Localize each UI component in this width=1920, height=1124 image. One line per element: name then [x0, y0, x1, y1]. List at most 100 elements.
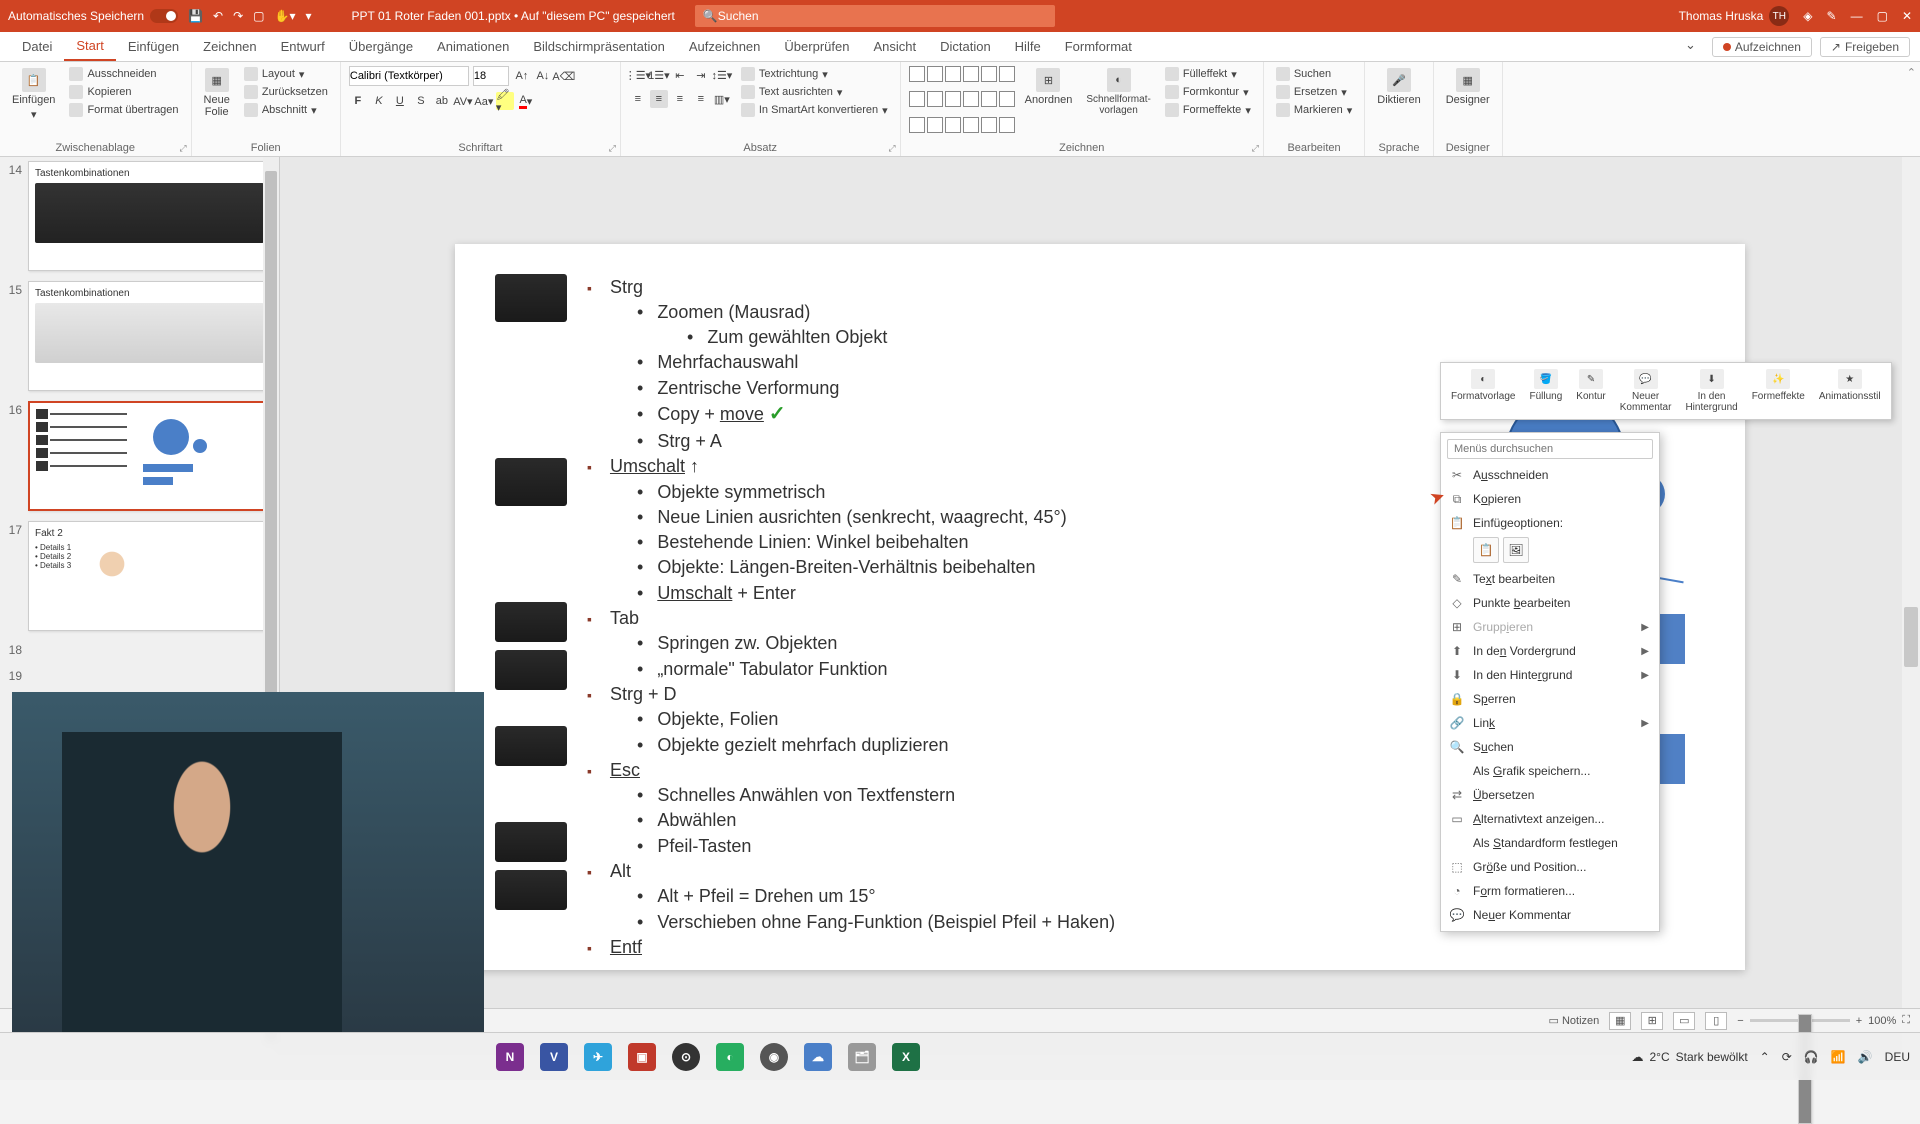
thumb-19[interactable]: 19: [4, 667, 271, 683]
align-left-button[interactable]: ≡: [629, 90, 647, 108]
tab-einfuegen[interactable]: Einfügen: [116, 32, 191, 61]
bullet-item[interactable]: Tab: [587, 606, 1115, 630]
search-box[interactable]: 🔍: [695, 5, 1055, 27]
context-menu-item[interactable]: ⬆In den Vordergrund▶: [1441, 639, 1659, 663]
zoom-slider[interactable]: [1750, 1019, 1850, 1022]
pen-icon[interactable]: ✎: [1827, 9, 1837, 23]
indent-button[interactable]: ⇥: [692, 66, 710, 84]
ribbon-collapse-icon[interactable]: ⌃: [1903, 62, 1920, 156]
bullet-item[interactable]: Strg: [587, 275, 1115, 299]
sync-icon[interactable]: ⟳: [1782, 1050, 1792, 1064]
bullets-button[interactable]: ⋮☰▾: [629, 66, 647, 84]
thumb-16[interactable]: 16: [4, 401, 271, 511]
font-name-combo[interactable]: [349, 66, 469, 86]
find-button[interactable]: Suchen: [1272, 66, 1356, 82]
cut-button[interactable]: Ausschneiden: [65, 66, 182, 82]
paste-picture-button[interactable]: 🖼: [1503, 537, 1529, 563]
app-green[interactable]: ◐: [710, 1037, 750, 1077]
outline-button[interactable]: Formkontur ▾: [1161, 84, 1255, 100]
bullet-item[interactable]: Verschieben ohne Fang-Funktion (Beispiel…: [587, 910, 1115, 934]
context-menu-item[interactable]: ✎Text bearbeiten: [1441, 567, 1659, 591]
context-menu-item[interactable]: ◔Form formatieren...: [1441, 879, 1659, 903]
bullet-item[interactable]: Abwählen: [587, 808, 1115, 832]
bullet-item[interactable]: Neue Linien ausrichten (senkrecht, waagr…: [587, 505, 1115, 529]
select-button[interactable]: Markieren ▾: [1272, 102, 1356, 118]
bullet-list[interactable]: StrgZoomen (Mausrad)Zum gewählten Objekt…: [587, 274, 1115, 961]
fill-button[interactable]: Fülleffekt ▾: [1161, 66, 1255, 82]
bullet-item[interactable]: Umschalt ↑: [587, 454, 1115, 478]
bullet-item[interactable]: Zentrische Verformung: [587, 376, 1115, 400]
bullet-item[interactable]: Zum gewählten Objekt: [587, 325, 1115, 349]
format-painter-button[interactable]: Format übertragen: [65, 102, 182, 118]
italic-button[interactable]: K: [370, 92, 388, 110]
mini-fuellung[interactable]: 🪣Füllung: [1523, 367, 1568, 415]
effects-button[interactable]: Formeffekte ▾: [1161, 102, 1255, 118]
tab-datei[interactable]: Datei: [10, 32, 64, 61]
shrink-font-button[interactable]: A↓: [534, 67, 552, 85]
thumb-18[interactable]: 18: [4, 641, 271, 657]
bullet-item[interactable]: Pfeil-Tasten: [587, 834, 1115, 858]
context-menu-item[interactable]: Als Grafik speichern...: [1441, 759, 1659, 783]
bullet-item[interactable]: Entf: [587, 935, 1115, 959]
new-slide-button[interactable]: ▦Neue Folie: [200, 66, 234, 140]
lang-indicator[interactable]: DEU: [1885, 1050, 1910, 1064]
bullet-item[interactable]: Zoomen (Mausrad): [587, 300, 1115, 324]
context-menu-item[interactable]: ⬚Größe und Position...: [1441, 855, 1659, 879]
app-circle[interactable]: ◉: [754, 1037, 794, 1077]
menu-search-input[interactable]: [1447, 439, 1653, 459]
numbering-button[interactable]: 1☰▾: [650, 66, 668, 84]
context-menu-item[interactable]: 🔍Suchen: [1441, 735, 1659, 759]
tray-chevron-icon[interactable]: ⌃: [1760, 1050, 1770, 1064]
weather-widget[interactable]: ☁ 2°C Stark bewölkt: [1632, 1050, 1748, 1064]
context-menu-item[interactable]: ▭Alternativtext anzeigen...: [1441, 807, 1659, 831]
bullet-item[interactable]: Esc: [587, 758, 1115, 782]
tab-ueberpruefen[interactable]: Überprüfen: [772, 32, 861, 61]
qat-more-icon[interactable]: ▾: [305, 9, 311, 23]
tab-hilfe[interactable]: Hilfe: [1003, 32, 1053, 61]
quickstyles-button[interactable]: ◐Schnellformat- vorlagen: [1082, 66, 1154, 140]
zoom-control[interactable]: − + 100% ⛶: [1737, 1014, 1910, 1027]
spacing-button[interactable]: AV▾: [454, 92, 472, 110]
diamond-icon[interactable]: ◈: [1803, 9, 1812, 23]
dialog-launcher-icon[interactable]: ⤢: [888, 143, 895, 154]
context-menu-item[interactable]: ✂Ausschneiden: [1441, 463, 1659, 487]
minimize-icon[interactable]: —: [1851, 9, 1863, 23]
wifi-icon[interactable]: 📶: [1831, 1050, 1846, 1064]
bullet-item[interactable]: Schnelles Anwählen von Textfenstern: [587, 783, 1115, 807]
maximize-icon[interactable]: ▢: [1877, 9, 1888, 23]
bullet-item[interactable]: Springen zw. Objekten: [587, 631, 1115, 655]
section-button[interactable]: Abschnitt ▾: [240, 102, 332, 118]
dedent-button[interactable]: ⇤: [671, 66, 689, 84]
arrange-button[interactable]: ⊞Anordnen: [1021, 66, 1077, 140]
collapse-ribbon-icon[interactable]: ⌄: [1677, 37, 1704, 57]
record-button[interactable]: Aufzeichnen: [1712, 37, 1812, 57]
undo-icon[interactable]: ↶: [213, 9, 223, 23]
mini-formeffekte[interactable]: ✨Formeffekte: [1746, 367, 1811, 415]
context-menu-item[interactable]: ◇Punkte bearbeiten: [1441, 591, 1659, 615]
mini-hintergrund[interactable]: ⬇In den Hintergrund: [1679, 367, 1743, 415]
shapes-gallery[interactable]: [909, 66, 1015, 140]
dialog-launcher-icon[interactable]: ⤢: [179, 143, 186, 154]
bullet-item[interactable]: Objekte: Längen-Breiten-Verhältnis beibe…: [587, 555, 1115, 579]
zoom-out-button[interactable]: −: [1737, 1015, 1743, 1027]
tab-uebergaenge[interactable]: Übergänge: [337, 32, 425, 61]
tab-ansicht[interactable]: Ansicht: [861, 32, 928, 61]
mini-kontur[interactable]: ✎Kontur: [1570, 367, 1611, 415]
headset-icon[interactable]: 🎧: [1804, 1050, 1819, 1064]
copy-button[interactable]: Kopieren: [65, 84, 182, 100]
fit-button[interactable]: ⛶: [1902, 1014, 1910, 1027]
tab-start[interactable]: Start: [64, 32, 115, 61]
designer-button[interactable]: ▦Designer: [1442, 66, 1494, 108]
touch-icon[interactable]: ✋▾: [275, 9, 296, 23]
user-account[interactable]: Thomas Hruska TH: [1679, 6, 1790, 26]
textdir-button[interactable]: Textrichtung ▾: [737, 66, 892, 82]
shadow-button[interactable]: ab: [433, 92, 451, 110]
bullet-item[interactable]: Objekte gezielt mehrfach duplizieren: [587, 733, 1115, 757]
bold-button[interactable]: F: [349, 92, 367, 110]
highlight-button[interactable]: 🖍▾: [496, 92, 514, 110]
columns-button[interactable]: ▥▾: [713, 90, 731, 108]
mini-kommentar[interactable]: 💬Neuer Kommentar: [1614, 367, 1678, 415]
linespacing-button[interactable]: ↕☰▾: [713, 66, 731, 84]
tab-bildschirm[interactable]: Bildschirmpräsentation: [521, 32, 677, 61]
font-size-combo[interactable]: [473, 66, 509, 86]
